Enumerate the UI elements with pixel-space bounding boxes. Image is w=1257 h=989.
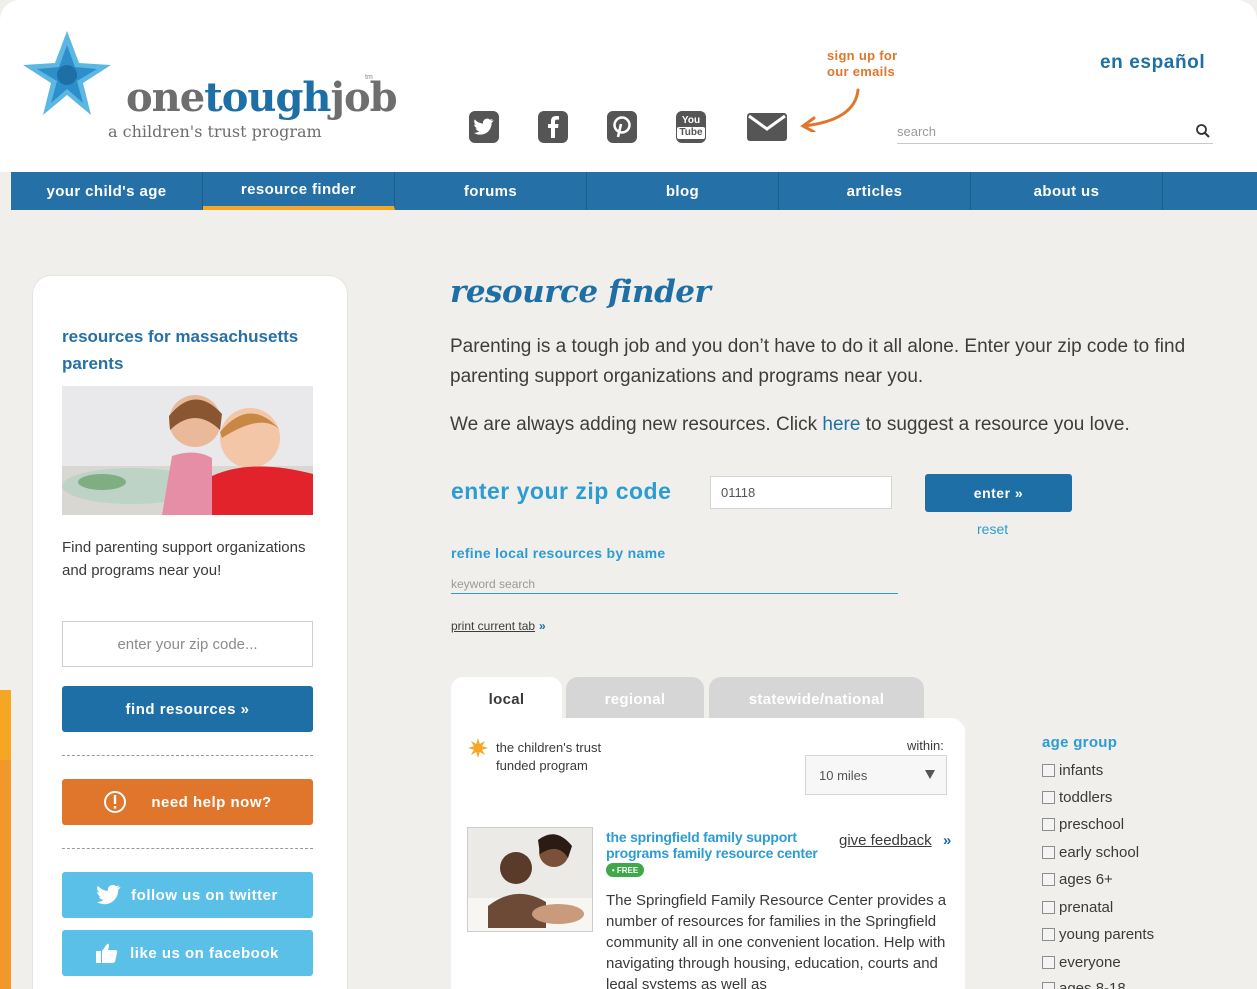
facebook-like-button[interactable]: like us on facebook	[62, 930, 313, 976]
signup-callout[interactable]: sign up for our emails	[827, 48, 947, 80]
page-frame: onetoughjob tm a children's trust progra…	[0, 0, 1257, 989]
free-badge: • FREE	[606, 863, 644, 877]
age-filter-ages-8-18[interactable]: ages 8-18	[1042, 978, 1126, 989]
age-filter-preschool[interactable]: preschool	[1042, 814, 1124, 834]
logo-subtitle: a children's trust program	[108, 122, 322, 141]
sun-icon	[468, 738, 488, 758]
age-group-title: age group	[1042, 734, 1118, 751]
pinterest-icon	[607, 111, 637, 143]
checkbox[interactable]	[1042, 845, 1055, 859]
twitter-icon	[469, 111, 499, 143]
funded-program-legend: the children's trust funded program	[496, 740, 602, 773]
sidebar-description: Find parenting support organizations and…	[62, 539, 306, 579]
checkbox[interactable]	[1042, 817, 1055, 831]
checkbox[interactable]	[1042, 927, 1055, 941]
nav-blog[interactable]: blog	[587, 172, 779, 210]
facebook-link[interactable]	[537, 110, 569, 144]
distance-select[interactable]: 10 miles	[805, 755, 947, 795]
need-help-button[interactable]: need help now?	[62, 779, 313, 825]
checkbox[interactable]	[1042, 955, 1055, 969]
checkbox[interactable]	[1042, 763, 1055, 777]
resource-title-link[interactable]: the springfield family support programs …	[606, 829, 831, 861]
sidebar-title: resources for massachusetts parents	[62, 327, 299, 373]
checkbox[interactable]	[1042, 981, 1055, 989]
children-photo	[62, 386, 313, 515]
star-logo-icon	[23, 31, 111, 115]
arrow-icon	[800, 88, 860, 132]
youtube-icon: You Tube	[676, 111, 706, 143]
decorative-strip-dark	[0, 760, 11, 989]
nav-about-us[interactable]: about us	[971, 172, 1163, 210]
email-icon	[747, 113, 787, 141]
within-label: within:	[907, 738, 944, 753]
nav-your-childs-age[interactable]: your child's age	[11, 172, 203, 210]
suggest-resource-link[interactable]: here	[822, 414, 860, 435]
refine-label: refine local resources by name	[451, 545, 666, 561]
checkbox[interactable]	[1042, 872, 1055, 886]
checkbox[interactable]	[1042, 790, 1055, 804]
twitter-icon	[97, 885, 121, 905]
resource-description: The Springfield Family Resource Center p…	[606, 892, 947, 989]
resource-photo	[467, 827, 593, 932]
twitter-link[interactable]	[468, 110, 500, 144]
logo-wordmark: onetoughjob	[126, 74, 398, 121]
alert-icon	[104, 791, 127, 813]
suggest-text: We are always adding new resources. Clic…	[450, 414, 1130, 435]
age-filter-ages-6-plus[interactable]: ages 6+	[1042, 869, 1113, 889]
zip-input[interactable]	[710, 476, 892, 509]
header-search	[897, 120, 1213, 144]
search-input[interactable]	[897, 120, 1187, 142]
age-filter-early-school[interactable]: early school	[1042, 842, 1139, 862]
spanish-link[interactable]: en español	[1100, 52, 1205, 74]
facebook-icon	[538, 111, 568, 143]
sidebar-zip-input[interactable]	[62, 621, 313, 667]
keyword-search-input[interactable]	[451, 574, 891, 593]
zip-label: enter your zip code	[451, 478, 672, 504]
reset-link[interactable]: reset	[977, 521, 1008, 537]
logo-trademark: tm	[365, 74, 373, 81]
sidebar-card: resources for massachusetts parents Find…	[33, 276, 347, 989]
age-filter-infants[interactable]: infants	[1042, 760, 1103, 780]
enter-button[interactable]: enter »	[925, 474, 1072, 512]
sidebar-divider	[62, 755, 313, 756]
give-feedback-link[interactable]: give feedback	[839, 832, 932, 849]
nav-resource-finder[interactable]: resource finder	[203, 172, 395, 210]
intro-text: Parenting is a tough job and you don’t h…	[450, 336, 1186, 387]
nav-articles[interactable]: articles	[779, 172, 971, 210]
thumbs-up-icon	[96, 943, 118, 963]
tab-statewide-national[interactable]: statewide/national	[709, 677, 924, 721]
chevron-down-icon	[925, 770, 935, 779]
search-icon[interactable]	[1195, 123, 1211, 139]
site-logo[interactable]: onetoughjob tm a children's trust progra…	[22, 30, 398, 150]
pinterest-link[interactable]	[606, 110, 638, 144]
tab-regional[interactable]: regional	[566, 677, 704, 721]
keyword-search	[451, 574, 898, 594]
age-filter-toddlers[interactable]: toddlers	[1042, 787, 1112, 807]
age-filter-prenatal[interactable]: prenatal	[1042, 897, 1113, 917]
tab-local[interactable]: local	[451, 677, 562, 721]
results-panel: the children's trust funded program with…	[451, 718, 965, 989]
sidebar-divider	[62, 848, 313, 849]
age-filter-young-parents[interactable]: young parents	[1042, 924, 1154, 944]
main-nav: your child's age resource finder forums …	[11, 172, 1257, 210]
page-title: resource finder	[450, 274, 711, 310]
checkbox[interactable]	[1042, 900, 1055, 914]
youtube-link[interactable]: You Tube	[675, 110, 707, 144]
find-resources-button[interactable]: find resources »	[62, 686, 313, 732]
age-filter-everyone[interactable]: everyone	[1042, 952, 1121, 972]
print-tab-link[interactable]: print current tab»	[451, 619, 546, 633]
twitter-follow-button[interactable]: follow us on twitter	[62, 872, 313, 918]
email-signup-link[interactable]	[746, 110, 788, 144]
nav-forums[interactable]: forums	[395, 172, 587, 210]
feedback-arrow: »	[943, 832, 952, 849]
